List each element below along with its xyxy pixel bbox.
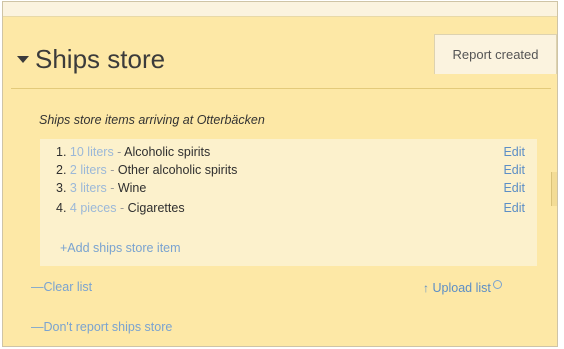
info-icon[interactable] bbox=[492, 280, 502, 289]
edit-link[interactable]: Edit bbox=[503, 163, 525, 177]
upload-list-link[interactable]: ↑ Upload list bbox=[423, 280, 502, 295]
item-quantity: 2 liters bbox=[69, 163, 107, 177]
item-quantity: 10 liters bbox=[69, 145, 114, 159]
top-strip bbox=[3, 2, 557, 17]
item-number: 1. bbox=[56, 145, 67, 159]
panel-title[interactable]: Ships store bbox=[35, 44, 165, 75]
side-edge-handle bbox=[551, 172, 557, 206]
item-quantity: 4 pieces bbox=[69, 201, 117, 215]
item-separator: - bbox=[116, 201, 128, 215]
list-item: 4. 4 pieces - Cigarettes Edit bbox=[56, 201, 525, 219]
status-badge: Report created bbox=[434, 34, 557, 74]
section-title: Ships store items arriving at Otterbäcke… bbox=[39, 113, 265, 127]
collapse-caret-icon[interactable] bbox=[17, 56, 29, 63]
item-name: Other alcoholic spirits bbox=[117, 163, 238, 177]
item-number: 4. bbox=[56, 201, 67, 215]
list-item: 3. 3 liters - Wine Edit bbox=[56, 181, 525, 199]
upload-arrow-icon: ↑ bbox=[423, 281, 429, 295]
upload-list-label: Upload list bbox=[432, 281, 491, 295]
header-divider bbox=[11, 88, 551, 89]
ships-store-panel: Ships store Report created Ships store i… bbox=[2, 1, 558, 347]
item-name: Wine bbox=[117, 181, 147, 195]
dont-report-link[interactable]: —Don't report ships store bbox=[31, 320, 172, 334]
edit-link[interactable]: Edit bbox=[503, 181, 525, 195]
list-item: 2. 2 liters - Other alcoholic spirits Ed… bbox=[56, 163, 525, 181]
item-separator: - bbox=[113, 145, 125, 159]
clear-list-link[interactable]: —Clear list bbox=[31, 280, 92, 294]
list-item: 1. 10 liters - Alcoholic spirits Edit bbox=[56, 145, 525, 163]
item-number: 3. bbox=[56, 181, 67, 195]
item-quantity: 3 liters bbox=[69, 181, 107, 195]
edit-link[interactable]: Edit bbox=[503, 201, 525, 215]
edit-link[interactable]: Edit bbox=[503, 145, 525, 159]
item-name: Alcoholic spirits bbox=[124, 145, 211, 159]
item-name: Cigarettes bbox=[127, 201, 185, 215]
item-separator: - bbox=[106, 163, 118, 177]
add-item-link[interactable]: +Add ships store item bbox=[60, 241, 181, 255]
item-separator: - bbox=[106, 181, 118, 195]
item-number: 2. bbox=[56, 163, 67, 177]
items-list: 1. 10 liters - Alcoholic spirits Edit 2.… bbox=[40, 139, 537, 266]
